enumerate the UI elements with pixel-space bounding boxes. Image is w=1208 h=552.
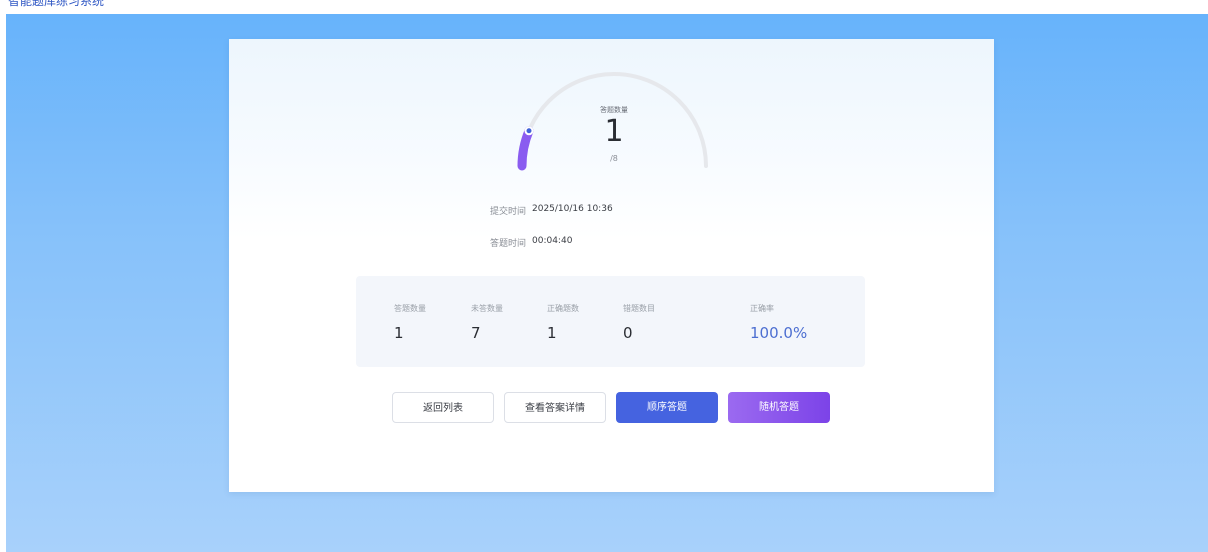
stat-wrong-label: 错题数目 [623,304,655,313]
submit-time-label: 提交时间 [489,207,526,217]
stat-unanswered-value: 7 [471,324,481,342]
stat-unanswered-label: 未答数量 [471,304,503,313]
stat-correct-value: 1 [547,324,557,342]
gauge-knob [524,126,534,136]
submit-time-row: 提交时间 2025/10/16 10:36 [0,204,1208,220]
stat-accuracy-value: 100.0% [750,324,808,342]
back-to-list-button[interactable]: 返回列表 [392,392,494,423]
duration-value: 00:04:40 [532,236,573,246]
random-practice-button[interactable]: 随机答题 [728,392,830,423]
gauge-progress [517,126,534,171]
submit-time-value: 2025/10/16 10:36 [532,204,613,214]
stats-panel: 答题数量 1 未答数量 7 正确题数 1 错题数目 0 正确率 100.0% [356,276,865,367]
stat-correct-label: 正确题数 [547,304,579,313]
stat-answered-label: 答题数量 [394,304,426,313]
sequential-practice-button[interactable]: 顺序答题 [616,392,718,423]
gauge-total: /8 [610,154,618,163]
duration-label: 答题时间 [489,239,526,249]
duration-row: 答题时间 00:04:40 [0,236,1208,252]
stat-wrong-value: 0 [623,324,633,342]
stat-answered-value: 1 [394,324,404,342]
view-answer-details-button[interactable]: 查看答案详情 [504,392,606,423]
gauge-value: 1 [604,114,624,149]
stat-accuracy-label: 正确率 [750,304,774,313]
